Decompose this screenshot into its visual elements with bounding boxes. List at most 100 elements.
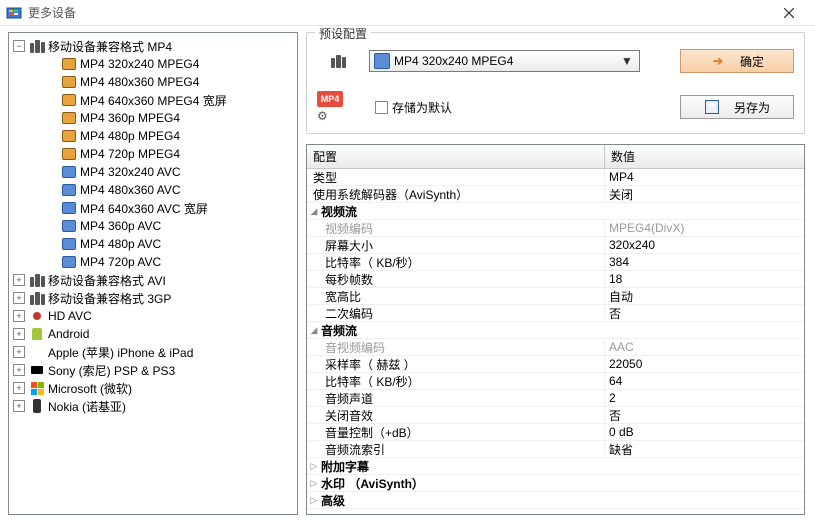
tree-node-icon: [61, 146, 77, 162]
property-row[interactable]: 音视频编码AAC: [307, 339, 804, 356]
tree-child[interactable]: MP4 320x240 MPEG4: [9, 55, 297, 73]
property-group[interactable]: ▷水印 （AviSynth）: [307, 475, 804, 492]
tree-child[interactable]: MP4 480p MPEG4: [9, 127, 297, 145]
prop-value: 否: [605, 407, 804, 424]
tree-toggle[interactable]: +: [13, 382, 25, 394]
tree-toggle[interactable]: −: [13, 40, 25, 52]
tree-sibling[interactable]: +Android: [9, 325, 297, 343]
tree-child[interactable]: MP4 480x360 AVC: [9, 181, 297, 199]
prop-value: 18: [605, 272, 804, 286]
tree-child[interactable]: MP4 360p MPEG4: [9, 109, 297, 127]
tree-node-label: MP4 720p MPEG4: [80, 147, 180, 161]
group-label: 水印 （AviSynth）: [321, 475, 424, 492]
property-row[interactable]: 类型MP4: [307, 169, 804, 186]
tree-toggle[interactable]: +: [13, 346, 25, 358]
property-grid[interactable]: 配置 数值 类型MP4使用系统解码器（AviSynth）关闭◢视频流视频编码MP…: [306, 144, 805, 515]
tree-node-icon: [61, 164, 77, 180]
tree-node-icon: [61, 110, 77, 126]
property-row[interactable]: 音频流索引缺省: [307, 441, 804, 458]
tree-toggle[interactable]: +: [13, 310, 25, 322]
tree-toggle[interactable]: +: [13, 292, 25, 304]
property-row[interactable]: 屏幕大小320x240: [307, 237, 804, 254]
tree-toggle[interactable]: +: [13, 328, 25, 340]
chevron-right-icon[interactable]: ▷: [307, 495, 321, 506]
tree-child[interactable]: MP4 360p AVC: [9, 217, 297, 235]
tree-node-icon: [61, 128, 77, 144]
property-group[interactable]: ◢音频流: [307, 322, 804, 339]
tree-sibling[interactable]: +移动设备兼容格式 AVI: [9, 271, 297, 289]
tree-node-label: MP4 360p AVC: [80, 219, 161, 233]
prop-name: 每秒帧数: [307, 271, 605, 288]
tree-sibling[interactable]: +Microsoft (微软): [9, 379, 297, 397]
tree-child[interactable]: MP4 320x240 AVC: [9, 163, 297, 181]
property-group[interactable]: ◢视频流: [307, 203, 804, 220]
save-default-checkbox[interactable]: [375, 101, 388, 114]
property-row[interactable]: 每秒帧数18: [307, 271, 804, 288]
tree-node-icon: [29, 362, 45, 378]
prop-value: AAC: [605, 340, 804, 354]
tree-sibling[interactable]: + Nokia (诺基亚): [9, 397, 297, 415]
tree-node-label: Nokia (诺基亚): [48, 398, 126, 415]
devices-icon: [317, 43, 359, 79]
tree-node-label: MP4 320x240 MPEG4: [80, 57, 199, 71]
tree-sibling[interactable]: + Apple (苹果) iPhone & iPad: [9, 343, 297, 361]
property-row[interactable]: 宽高比自动: [307, 288, 804, 305]
header-value[interactable]: 数值: [605, 145, 804, 168]
property-row[interactable]: 采样率（ 赫兹 ）22050: [307, 356, 804, 373]
tree-root-mp4[interactable]: − 移动设备兼容格式 MP4: [9, 37, 297, 55]
chevron-down-icon[interactable]: ◢: [307, 206, 321, 217]
preset-fieldset: 预设配置 MP4 320x240 MPEG4 ▼ ➔ 确定 MP4: [306, 32, 805, 134]
prop-name: 音量控制（+dB）: [307, 424, 605, 441]
prop-name: 宽高比: [307, 288, 605, 305]
tree-child[interactable]: MP4 480x360 MPEG4: [9, 73, 297, 91]
property-row[interactable]: 音量控制（+dB）0 dB: [307, 424, 804, 441]
tree-node-label: MP4 480x360 AVC: [80, 183, 181, 197]
tree-child[interactable]: MP4 480p AVC: [9, 235, 297, 253]
header-config[interactable]: 配置: [307, 145, 605, 168]
property-row[interactable]: 使用系统解码器（AviSynth）关闭: [307, 186, 804, 203]
property-row[interactable]: 比特率（ KB/秒）384: [307, 254, 804, 271]
prop-value: 320x240: [605, 238, 804, 252]
preset-dropdown[interactable]: MP4 320x240 MPEG4 ▼: [369, 50, 640, 72]
tree-sibling[interactable]: + 移动设备兼容格式 3GP: [9, 289, 297, 307]
property-row[interactable]: 二次编码否: [307, 305, 804, 322]
group-label: 高级: [321, 492, 345, 509]
tree-sibling[interactable]: + HD AVC: [9, 307, 297, 325]
property-row[interactable]: 视频编码MPEG4(DivX): [307, 220, 804, 237]
property-group[interactable]: ▷高级: [307, 492, 804, 509]
tree-node-label: Apple (苹果) iPhone & iPad: [48, 344, 193, 361]
tree-node-icon: [29, 344, 45, 360]
property-row[interactable]: 关闭音效否: [307, 407, 804, 424]
chevron-down-icon[interactable]: ◢: [307, 325, 321, 336]
save-as-button[interactable]: 另存为: [680, 95, 794, 119]
tree-sibling[interactable]: + Sony (索尼) PSP & PS3: [9, 361, 297, 379]
property-row[interactable]: 比特率（ KB/秒）64: [307, 373, 804, 390]
tree-node-label: 移动设备兼容格式 3GP: [48, 290, 171, 307]
tree-node-icon: [61, 56, 77, 72]
tree-node-label: HD AVC: [48, 309, 92, 323]
close-button[interactable]: [769, 3, 809, 23]
tree-child[interactable]: MP4 640x360 MPEG4 宽屏: [9, 91, 297, 109]
prop-name: 类型: [307, 169, 605, 186]
tree-toggle[interactable]: +: [13, 400, 25, 412]
ok-button[interactable]: ➔ 确定: [680, 49, 794, 73]
tree-node-icon: [61, 254, 77, 270]
tree-toggle[interactable]: +: [13, 274, 25, 286]
prop-value: 否: [605, 305, 804, 322]
chevron-down-icon: ▼: [619, 54, 635, 68]
property-row[interactable]: 音频声道2: [307, 390, 804, 407]
group-label: 音频流: [321, 322, 357, 339]
prop-value: 缺省: [605, 441, 804, 458]
chevron-right-icon[interactable]: ▷: [307, 478, 321, 489]
tree-node-label: Sony (索尼) PSP & PS3: [48, 362, 175, 379]
tree-node-icon: [29, 326, 45, 342]
tree-node-label: 移动设备兼容格式 MP4: [48, 38, 172, 55]
property-group[interactable]: ▷附加字幕: [307, 458, 804, 475]
tree-child[interactable]: MP4 720p AVC: [9, 253, 297, 271]
tree-child[interactable]: MP4 720p MPEG4: [9, 145, 297, 163]
tree-node-label: MP4 480p AVC: [80, 237, 161, 251]
tree-child[interactable]: MP4 640x360 AVC 宽屏: [9, 199, 297, 217]
chevron-right-icon[interactable]: ▷: [307, 461, 321, 472]
mp4-icon: MP4 ⚙: [317, 89, 359, 125]
tree-toggle[interactable]: +: [13, 364, 25, 376]
